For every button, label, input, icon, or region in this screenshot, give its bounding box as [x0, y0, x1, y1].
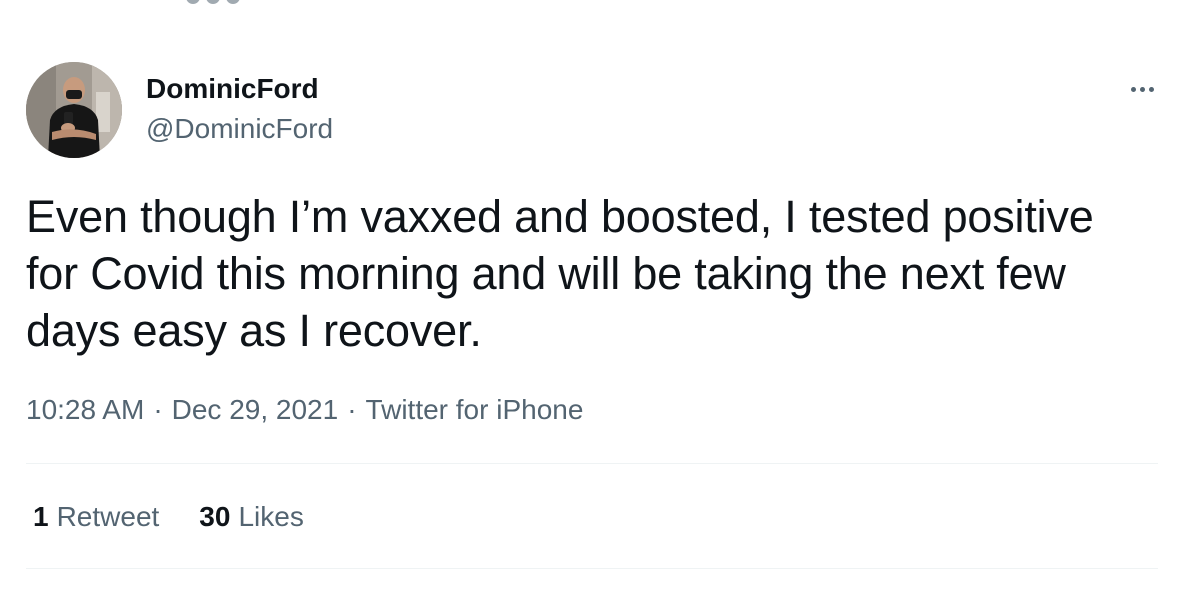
likes-label: Likes — [238, 501, 304, 532]
profile-photo-icon — [26, 62, 122, 158]
retweets-count: 1 — [33, 501, 49, 532]
more-options-icon — [1139, 86, 1145, 92]
fragment-dot — [226, 0, 240, 4]
likes-stat[interactable]: 30 Likes — [199, 500, 304, 534]
fragment-dot — [206, 0, 220, 4]
more-options-icon — [1130, 86, 1136, 92]
engagement-stats: 1 Retweet 30 Likes — [33, 500, 304, 534]
previous-content-fragment — [186, 0, 256, 4]
meta-separator: · — [347, 394, 357, 425]
fragment-dot — [186, 0, 200, 4]
retweets-label: Retweet — [56, 501, 160, 532]
meta-separator: · — [153, 394, 163, 425]
more-options-button[interactable] — [1124, 74, 1160, 104]
user-handle[interactable]: @DominicFord — [146, 112, 333, 146]
tweet-date[interactable]: Dec 29, 2021 — [172, 393, 339, 427]
more-options-icon — [1148, 86, 1154, 92]
display-name[interactable]: DominicFord — [146, 72, 319, 106]
tweet-metadata: 10:28 AM · Dec 29, 2021 · Twitter for iP… — [26, 393, 583, 427]
tweet-source[interactable]: Twitter for iPhone — [366, 393, 584, 427]
avatar[interactable] — [26, 62, 122, 158]
tweet-text: Even though I’m vaxxed and boosted, I te… — [26, 191, 1094, 356]
divider — [26, 463, 1158, 464]
retweets-stat[interactable]: 1 Retweet — [33, 500, 159, 534]
likes-count: 30 — [199, 501, 231, 532]
tweet-time[interactable]: 10:28 AM — [26, 393, 144, 427]
divider — [26, 568, 1158, 569]
